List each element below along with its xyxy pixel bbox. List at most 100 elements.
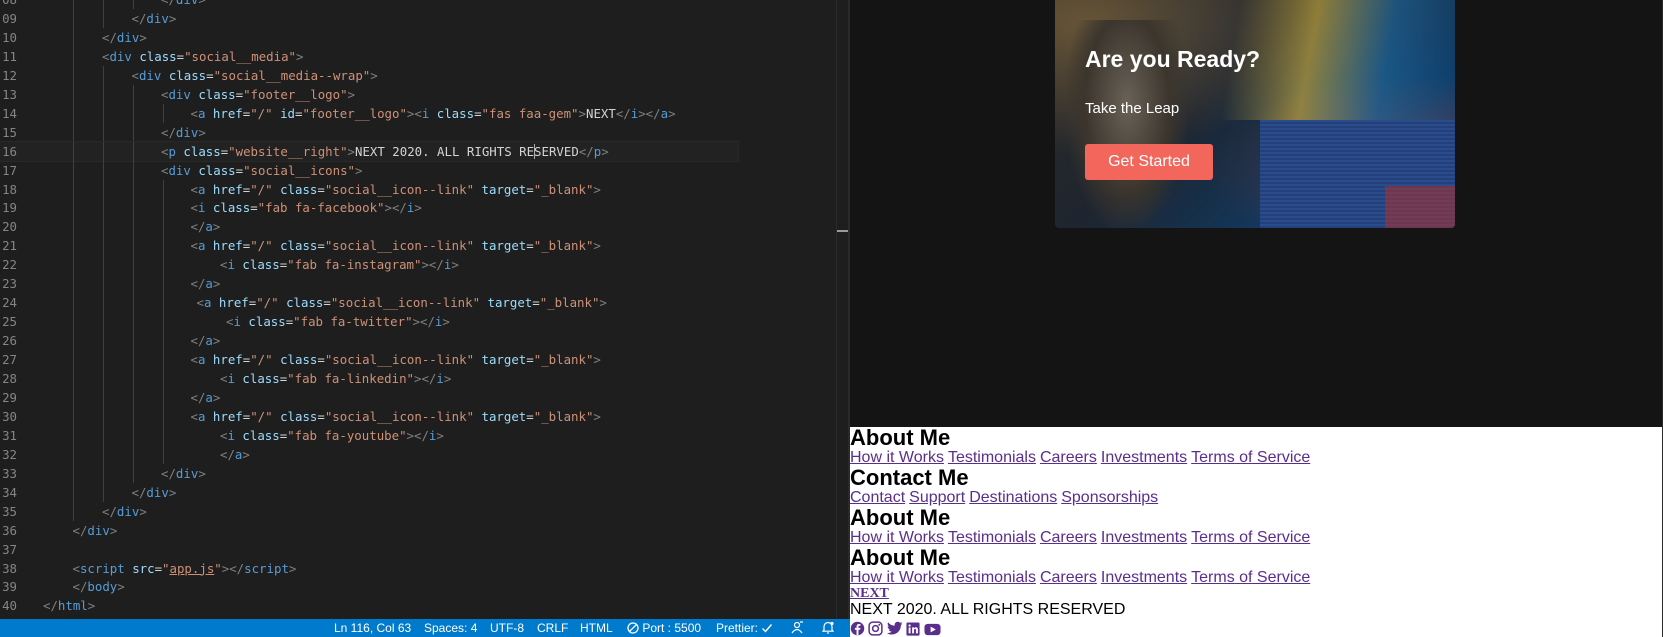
code-line[interactable]: 17 <div class="social__icons"> xyxy=(0,160,848,180)
code-text: <a href="/" id="footer__logo"><i class="… xyxy=(191,104,676,123)
code-token: class xyxy=(272,238,318,254)
language-mode[interactable]: HTML xyxy=(580,619,613,637)
code-line[interactable]: 09 </div> xyxy=(0,8,848,28)
code-line[interactable]: 31 <i class="fab fa-youtube"></i> xyxy=(0,425,848,445)
footer-link[interactable]: Investments xyxy=(1101,529,1187,546)
code-line[interactable]: 24 <a href="/" class="social__icon--link"… xyxy=(0,293,848,313)
code-line[interactable]: 40 </html> xyxy=(0,596,848,615)
code-token: p xyxy=(168,143,176,159)
feedback-button[interactable] xyxy=(790,619,804,637)
line-number: 19 xyxy=(2,200,17,216)
code-token: class xyxy=(429,105,475,121)
code-token: script xyxy=(79,560,125,576)
code-token: </ xyxy=(131,484,147,500)
code-line[interactable]: 26 </a> xyxy=(0,331,848,351)
code-line[interactable]: 20 </a> xyxy=(0,217,848,237)
code-line[interactable]: 33 </div> xyxy=(0,463,848,483)
code-line[interactable]: 27 <a href="/" class="social__icon--link"… xyxy=(0,350,848,370)
footer-link[interactable]: How it Works xyxy=(850,449,944,466)
line-number: 15 xyxy=(2,124,17,140)
status-bar: Ln 116, Col 63 Spaces: 4 UTF-8 CRLF HTML… xyxy=(0,619,850,637)
indent-guide xyxy=(103,160,104,180)
cursor-position[interactable]: Ln 116, Col 63 xyxy=(334,619,411,637)
line-number: 10 xyxy=(2,29,17,45)
code-token: class xyxy=(240,314,286,330)
code-token: > xyxy=(198,124,206,140)
get-started-button[interactable]: Get Started xyxy=(1085,144,1213,180)
notifications-button[interactable] xyxy=(822,619,834,637)
code-editor[interactable]: 08</div>09</div>10</div>11<div class="so… xyxy=(0,0,848,619)
footer-link[interactable]: Investments xyxy=(1101,569,1187,586)
code-line[interactable]: 35 </div> xyxy=(0,501,848,521)
code-token: div xyxy=(138,67,162,83)
footer-link[interactable]: Contact xyxy=(850,489,905,506)
code-line[interactable]: 18 <a href="/" class="social__icon--link"… xyxy=(0,179,848,199)
code-line[interactable]: 29 </a> xyxy=(0,387,848,407)
code-line[interactable]: 25 <i class="fab fa-twitter"></i> xyxy=(0,312,848,332)
indent-guide xyxy=(133,179,134,199)
code-line[interactable]: 10 </div> xyxy=(0,27,848,47)
footer-link[interactable]: Careers xyxy=(1040,449,1097,466)
footer-link[interactable]: How it Works xyxy=(850,569,944,586)
footer-link[interactable]: Terms of Service xyxy=(1191,569,1310,586)
line-number: 38 xyxy=(2,560,17,576)
code-line[interactable]: 30 <a href="/" class="social__icon--link"… xyxy=(0,406,848,426)
code-line[interactable]: 14 <a href="/" id="footer__logo"><i class… xyxy=(0,103,848,123)
line-number: 12 xyxy=(2,67,17,83)
code-line[interactable]: 12 <div class="social__media--wrap"> xyxy=(0,65,848,85)
code-line[interactable]: 19 <i class="fab fa-facebook"></i> xyxy=(0,198,848,218)
scrollbar-thumb[interactable] xyxy=(837,230,848,232)
code-line[interactable]: 28 <i class="fab fa-linkedin"></i> xyxy=(0,369,848,388)
footer-link[interactable]: Testimonials xyxy=(948,449,1036,466)
footer-link[interactable]: Destinations xyxy=(969,489,1057,506)
code-token: "/" xyxy=(256,295,279,311)
indent-guide xyxy=(133,463,134,483)
instagram-link[interactable] xyxy=(868,621,883,637)
line-number: 13 xyxy=(2,86,17,102)
linkedin-link[interactable] xyxy=(906,621,920,637)
footer-link[interactable]: Testimonials xyxy=(948,529,1036,546)
prettier-status[interactable]: Prettier: xyxy=(716,619,773,637)
footer-link[interactable]: Terms of Service xyxy=(1191,529,1310,546)
line-number: 32 xyxy=(2,446,17,462)
footer-link[interactable]: How it Works xyxy=(850,529,944,546)
code-line[interactable]: 13 <div class="footer__logo"> xyxy=(0,84,848,104)
footer-link[interactable]: Testimonials xyxy=(948,569,1036,586)
footer-link[interactable]: Support xyxy=(909,489,965,506)
footer-link[interactable]: Careers xyxy=(1040,529,1097,546)
footer-link[interactable]: Careers xyxy=(1040,569,1097,586)
footer-logo-link[interactable]: NEXT xyxy=(850,587,1125,601)
code-line[interactable]: 22 <i class="fab fa-instagram"></i> xyxy=(0,255,848,275)
code-token: = xyxy=(317,408,325,424)
footer-link[interactable]: Sponsorships xyxy=(1061,489,1158,506)
code-line[interactable]: 16 <p class="website__right">NEXT 2020. A… xyxy=(0,140,739,162)
footer-link[interactable]: Investments xyxy=(1101,449,1187,466)
encoding[interactable]: UTF-8 xyxy=(490,619,524,637)
code-line[interactable]: 08 </div> xyxy=(0,0,848,9)
code-line[interactable]: 36 </div> xyxy=(0,521,848,540)
code-line[interactable]: 38 <script src="app.js"></script> xyxy=(0,559,848,578)
line-ending[interactable]: CRLF xyxy=(537,619,568,637)
indent-guide xyxy=(163,217,164,237)
indent-guide xyxy=(163,236,164,256)
indent-guide xyxy=(103,463,104,483)
code-token: a xyxy=(205,276,213,292)
code-line[interactable]: 37 xyxy=(0,540,848,559)
editor-scrollbar[interactable] xyxy=(836,0,848,619)
indentation[interactable]: Spaces: 4 xyxy=(424,619,477,637)
facebook-link[interactable] xyxy=(850,621,865,637)
code-line[interactable]: 21 <a href="/" class="social__icon--link"… xyxy=(0,236,848,256)
code-token: a xyxy=(205,219,213,235)
indent-guide xyxy=(73,217,74,237)
code-line[interactable]: 32 </a> xyxy=(0,444,848,464)
code-line[interactable]: 34 </div> xyxy=(0,482,848,502)
code-line[interactable]: 23 </a> xyxy=(0,274,848,294)
twitter-link[interactable] xyxy=(886,621,903,637)
live-server-port[interactable]: Port : 5500 xyxy=(627,619,701,637)
code-line[interactable]: 39 </body> xyxy=(0,577,848,596)
youtube-link[interactable] xyxy=(924,621,941,637)
footer-link[interactable]: Terms of Service xyxy=(1191,449,1310,466)
browser-preview[interactable]: Are you Ready? Take the Leap Get Started… xyxy=(850,0,1663,637)
code-line[interactable]: 15 </div> xyxy=(0,122,848,142)
code-line[interactable]: 11 <div class="social__media"> xyxy=(0,46,848,66)
